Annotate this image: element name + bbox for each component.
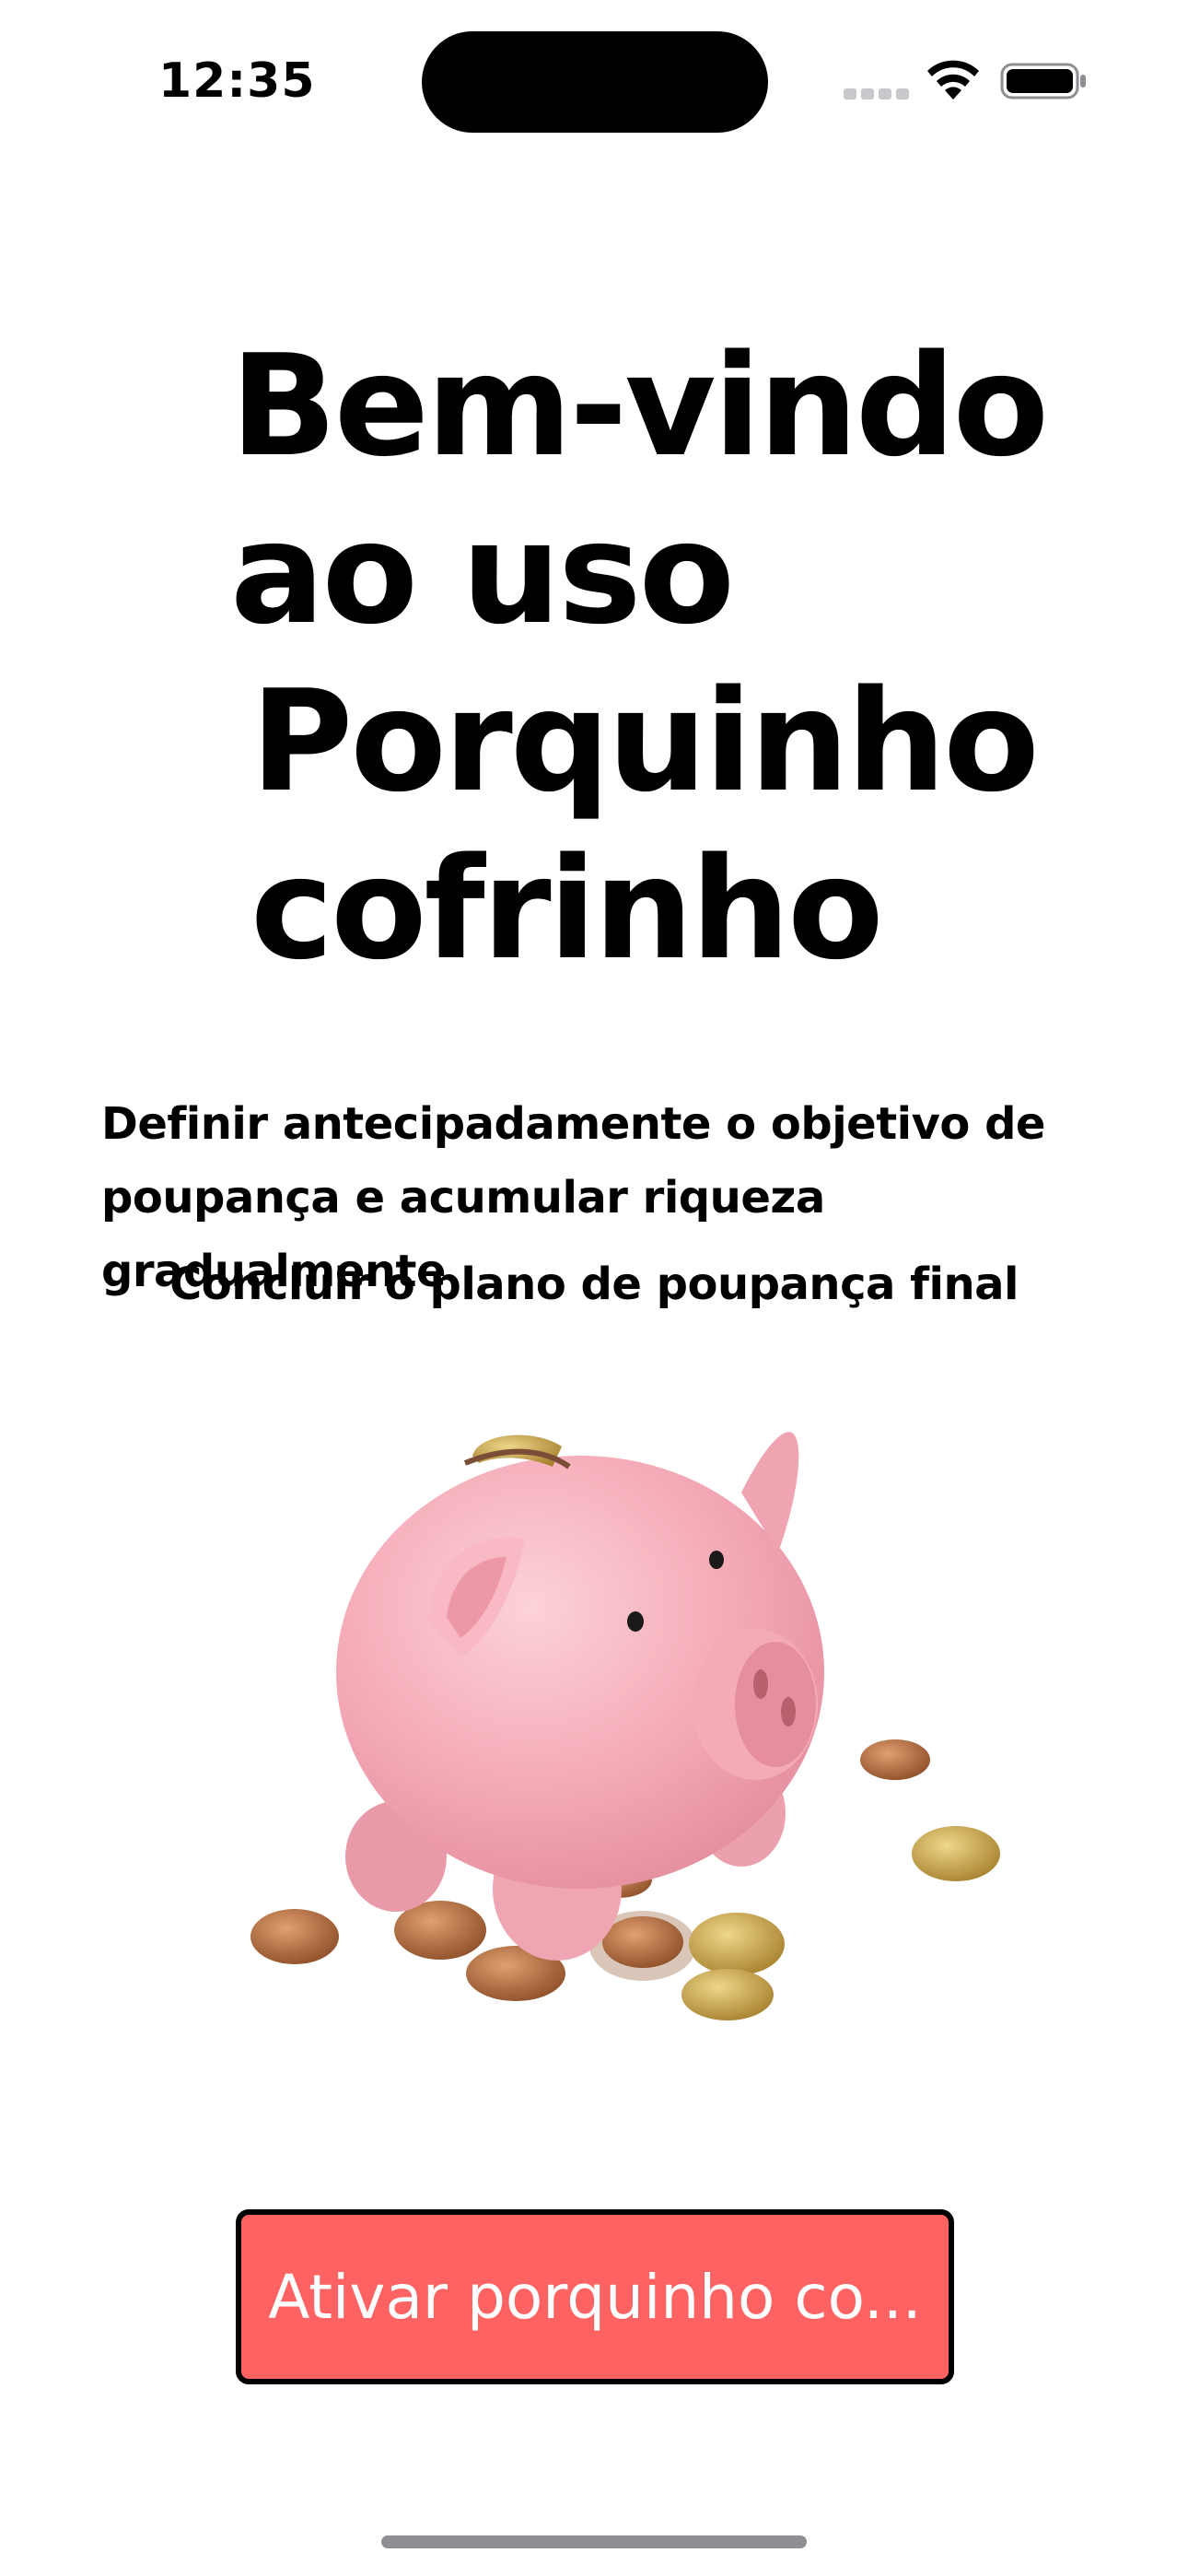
battery-icon — [1000, 63, 1086, 100]
title-line: cofrinho — [250, 827, 884, 990]
final-plan-text: Concluir o plano de poupança final — [169, 1259, 1019, 1310]
title-line: Bem-vindo — [230, 324, 1049, 487]
wifi-icon — [927, 60, 979, 100]
coin — [689, 1913, 785, 1975]
title-line: Porquinho — [250, 660, 1040, 823]
title-line: ao uso — [230, 492, 735, 655]
coin — [860, 1739, 930, 1780]
piggy-bank-illustration — [250, 1432, 1000, 2020]
page-title: Bem-vindo ao uso Porquinho cofrinho — [230, 322, 1059, 993]
activate-piggy-bank-button[interactable]: Ativar porquinho co... — [236, 2209, 954, 2384]
activate-button-label: Ativar porquinho co... — [268, 2261, 922, 2333]
coin — [681, 1969, 774, 2020]
coin — [250, 1909, 339, 1964]
coin — [602, 1916, 683, 1968]
coin — [912, 1826, 1000, 1881]
cellular-signal-icon — [844, 88, 909, 100]
status-time: 12:35 — [158, 53, 316, 109]
dynamic-island — [422, 31, 768, 133]
home-indicator[interactable] — [381, 2535, 807, 2548]
